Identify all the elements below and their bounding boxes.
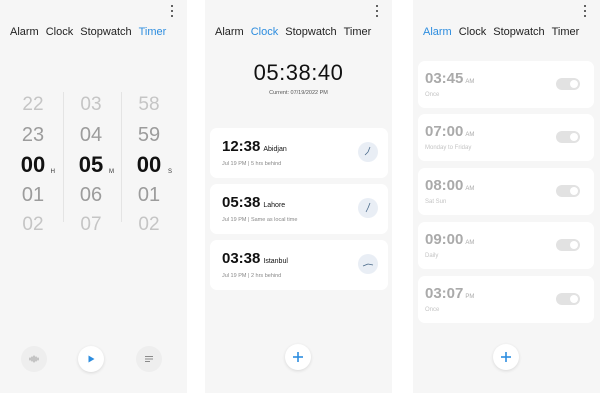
selected-hours: 00 H xyxy=(13,150,55,180)
minutes-picker[interactable]: 03 04 05 M 06 07 xyxy=(71,90,114,240)
tab-stopwatch[interactable]: Stopwatch xyxy=(285,26,336,38)
alarm-toggle[interactable] xyxy=(556,185,580,197)
tab-timer[interactable]: Timer xyxy=(344,26,372,38)
timer-screen: Alarm Clock Stopwatch Timer 22 23 00 H 01… xyxy=(0,0,187,393)
world-clock-card[interactable]: 05:38 Lahore Jul 19 PM | Same as local ti… xyxy=(210,184,388,234)
city-offset: Jul 19 PM | 5 hrs behind xyxy=(222,161,282,167)
alarm-card[interactable]: 09:00 AM Daily xyxy=(418,222,594,269)
city-time: 03:38 xyxy=(222,250,261,267)
city-name: Istanbul xyxy=(263,258,288,265)
picker-value: 01 xyxy=(137,184,161,206)
more-options-icon[interactable] xyxy=(375,5,379,17)
city-name: Abidjan xyxy=(263,146,287,153)
city-time: 05:38 xyxy=(222,194,261,211)
picker-value: 58 xyxy=(138,94,160,115)
city-offset: Jul 19 PM | 2 hrs behind xyxy=(222,273,282,279)
picker-value: 02 xyxy=(138,214,160,235)
hours-picker[interactable]: 22 23 00 H 01 02 xyxy=(13,90,55,240)
tab-alarm[interactable]: Alarm xyxy=(215,26,244,38)
hours-unit: H xyxy=(50,169,55,175)
alarm-time: 03:45 xyxy=(425,70,464,87)
picker-value: 04 xyxy=(79,124,103,146)
alarm-card[interactable]: 07:00 AM Monday to Friday xyxy=(418,114,594,161)
picker-divider xyxy=(121,92,122,222)
plus-icon xyxy=(501,352,511,362)
analog-clock-icon xyxy=(358,142,378,162)
plus-icon xyxy=(293,352,303,362)
selected-minutes: 05 M xyxy=(71,150,114,180)
tab-clock[interactable]: Clock xyxy=(46,26,74,38)
seconds-unit: S xyxy=(167,169,172,175)
city-name: Lahore xyxy=(263,202,286,209)
picker-value: 02 xyxy=(22,214,44,235)
tab-timer[interactable]: Timer xyxy=(139,26,167,38)
city-time: 12:38 xyxy=(222,138,261,155)
sound-button[interactable] xyxy=(21,346,47,372)
alarm-repeat: Monday to Friday xyxy=(425,145,472,151)
tab-stopwatch[interactable]: Stopwatch xyxy=(493,26,544,38)
alarm-repeat: Sat Sun xyxy=(425,199,447,205)
picker-value: 01 xyxy=(21,184,45,206)
tab-clock[interactable]: Clock xyxy=(459,26,487,38)
world-clock-card[interactable]: 03:38 Istanbul Jul 19 PM | 2 hrs behind xyxy=(210,240,388,290)
alarm-card[interactable]: 03:07 PM Once xyxy=(418,276,594,323)
tab-timer[interactable]: Timer xyxy=(552,26,580,38)
alarm-toggle[interactable] xyxy=(556,293,580,305)
analog-clock-icon xyxy=(358,198,378,218)
picker-value: 23 xyxy=(21,124,45,146)
local-time: 05:38:40 xyxy=(253,60,344,85)
alarm-toggle[interactable] xyxy=(556,239,580,251)
alarm-ampm: PM xyxy=(465,294,475,300)
alarm-ampm: AM xyxy=(465,79,475,85)
presets-button[interactable] xyxy=(136,346,162,372)
tab-bar: Alarm Clock Stopwatch Timer xyxy=(215,26,378,38)
alarm-time: 07:00 xyxy=(425,123,464,140)
list-icon xyxy=(145,356,153,362)
add-city-button[interactable] xyxy=(285,344,311,370)
alarm-time: 03:07 xyxy=(425,285,464,302)
picker-value: 06 xyxy=(79,184,103,206)
tab-clock[interactable]: Clock xyxy=(251,26,279,38)
alarm-screen: Alarm Clock Stopwatch Timer 03:45 AM Once… xyxy=(413,0,600,393)
alarm-toggle[interactable] xyxy=(556,78,580,90)
picker-value: 22 xyxy=(22,94,44,115)
current-date: Current: 07/19/2022 PM xyxy=(269,90,328,96)
alarm-repeat: Daily xyxy=(425,253,439,259)
alarm-time: 08:00 xyxy=(425,177,464,194)
analog-clock-icon xyxy=(358,254,378,274)
picker-value: 03 xyxy=(80,94,102,115)
alarm-time: 09:00 xyxy=(425,231,464,248)
picker-value: 59 xyxy=(137,124,161,146)
tab-alarm[interactable]: Alarm xyxy=(423,26,452,38)
add-alarm-button[interactable] xyxy=(493,344,519,370)
alarm-card[interactable]: 08:00 AM Sat Sun xyxy=(418,168,594,215)
selected-seconds: 00 S xyxy=(129,150,172,180)
tab-alarm[interactable]: Alarm xyxy=(10,26,39,38)
sound-wave-icon xyxy=(29,355,39,363)
more-options-icon[interactable] xyxy=(170,5,174,17)
world-clock-card[interactable]: 12:38 Abidjan Jul 19 PM | 5 hrs behind xyxy=(210,128,388,178)
play-icon xyxy=(88,355,95,363)
alarm-ampm: AM xyxy=(465,186,475,192)
alarm-card[interactable]: 03:45 AM Once xyxy=(418,61,594,108)
minutes-unit: M xyxy=(109,169,114,175)
alarm-repeat: Once xyxy=(425,307,440,313)
tab-bar: Alarm Clock Stopwatch Timer xyxy=(10,26,173,38)
more-options-icon[interactable] xyxy=(583,5,587,17)
city-offset: Jul 19 PM | Same as local time xyxy=(222,217,298,223)
tab-bar: Alarm Clock Stopwatch Timer xyxy=(423,26,586,38)
alarm-toggle[interactable] xyxy=(556,131,580,143)
seconds-picker[interactable]: 58 59 00 S 01 02 xyxy=(129,90,172,240)
tab-stopwatch[interactable]: Stopwatch xyxy=(80,26,131,38)
alarm-repeat: Once xyxy=(425,92,440,98)
alarm-ampm: AM xyxy=(465,240,475,246)
alarm-ampm: AM xyxy=(465,132,475,138)
start-button[interactable] xyxy=(78,346,104,372)
picker-divider xyxy=(63,92,64,222)
picker-value: 07 xyxy=(80,214,102,235)
clock-screen: Alarm Clock Stopwatch Timer 05:38:40 Cur… xyxy=(205,0,392,393)
